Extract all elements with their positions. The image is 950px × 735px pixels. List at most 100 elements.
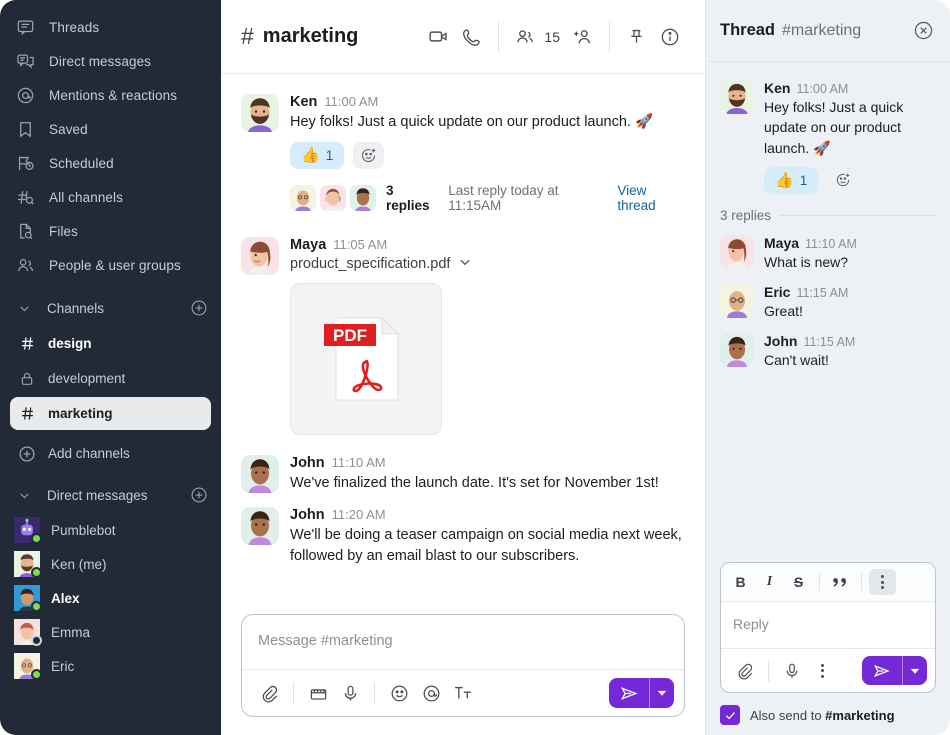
sidebar-item-saved[interactable]: Saved [0,112,221,146]
send-options-caret-icon[interactable] [903,656,927,685]
sidebar-channel-design[interactable]: design [10,327,211,360]
reply-input[interactable]: Reply [721,602,935,648]
format-text-icon[interactable] [448,678,478,708]
dm-label: Emma [51,624,91,640]
thread-message-header: Eric 11:15 AM [764,284,936,300]
bookmark-icon [14,118,36,140]
view-thread-link[interactable]: View thread [617,183,685,213]
file-name-row[interactable]: product_specification.pdf [290,255,685,273]
clip-icon[interactable] [303,678,333,708]
italic-button[interactable]: I [756,569,783,595]
hash-icon: # [241,23,254,49]
add-channels-label: Add channels [48,446,130,461]
sidebar-dm-pumblebot[interactable]: Pumblebot [10,513,211,547]
add-member-icon[interactable] [566,20,600,54]
sidebar-item-all-channels[interactable]: All channels [0,180,221,214]
thread-composer-wrapper: B I S Reply [706,556,950,701]
message-text: What is new? [764,253,849,270]
header-actions: 15 [421,20,687,54]
thread-title: Thread #marketing [720,21,910,40]
reaction-row: 👍 1 [290,141,685,169]
sidebar-channel-development[interactable]: development [10,362,211,395]
status-online [31,669,42,680]
file-name: product_specification.pdf [290,255,451,272]
divider-line [780,214,936,216]
send-button[interactable] [609,678,649,708]
divider [374,682,375,704]
sidebar-item-files[interactable]: Files [0,214,221,248]
sidebar-channel-marketing[interactable]: marketing [10,397,211,430]
channels-section-header[interactable]: Channels [0,290,221,326]
member-count: 15 [544,28,560,45]
pin-icon[interactable] [619,20,653,54]
sidebar-dm-eric[interactable]: Eric [10,649,211,683]
send-options-caret-icon[interactable] [650,678,674,708]
main-panel: # marketing 15 Ken 11:00 AM Hey folks! J… [221,0,705,735]
members-icon[interactable] [508,20,542,54]
dms-section-header[interactable]: Direct messages [0,477,221,513]
sidebar-item-people[interactable]: People & user groups [0,248,221,282]
thread-reply-item: John 11:15 AM Can't wait! [706,327,950,376]
thread-summary[interactable]: 3 replies Last reply today at 11:15AM Vi… [290,183,685,213]
add-reaction-icon[interactable] [827,166,859,194]
phone-icon[interactable] [455,20,489,54]
message-header: Maya 11:05 AM [290,237,685,253]
message-time: 11:00 AM [324,94,379,109]
more-format-options-button[interactable] [869,569,896,595]
message-input[interactable]: Message #marketing [242,615,684,669]
scheduled-icon [14,152,36,174]
emoji-icon[interactable] [384,678,414,708]
thread-reply-item: Eric 11:15 AM Great! [706,278,950,327]
strikethrough-button[interactable]: S [785,569,812,595]
send-reply-button[interactable] [862,656,902,685]
avatar [14,619,42,646]
lock-icon [16,371,38,387]
reaction-thumbsup[interactable]: 👍 1 [764,166,819,194]
add-channel-plus-icon[interactable] [189,298,209,318]
also-send-to-channel-row[interactable]: Also send to #marketing [706,701,950,735]
thread-message-body: John 11:15 AM Can't wait! [764,333,936,370]
kebab-icon [820,663,824,678]
message-author: John [290,454,325,471]
thread-reply-item: Maya 11:10 AM What is new? [706,229,950,278]
sidebar-item-scheduled[interactable]: Scheduled [0,146,221,180]
kebab-icon [881,575,884,589]
thread-message-body: Ken 11:00 AM Hey folks! Just a quick upd… [764,80,936,194]
add-reaction-icon[interactable] [353,141,385,169]
message-text: We'll be doing a teaser campaign on soci… [290,527,682,564]
message-item: John 11:20 AM We'll be doing a teaser ca… [221,501,705,568]
close-icon[interactable] [910,18,936,44]
attach-icon[interactable] [254,678,284,708]
sidebar-item-mentions[interactable]: Mentions & reactions [0,78,221,112]
chevron-down-icon[interactable] [458,255,472,273]
bold-button[interactable]: B [727,569,754,595]
message-item: Maya 11:05 AM product_specification.pdf … [221,231,705,437]
sidebar-item-direct-messages[interactable]: Direct messages [0,44,221,78]
avatar [14,551,42,579]
mic-icon[interactable] [778,657,806,685]
also-send-checkbox[interactable] [720,705,740,725]
chevron-down-icon [14,489,34,502]
reaction-thumbsup[interactable]: 👍 1 [290,141,345,169]
attach-icon[interactable] [731,657,759,685]
message-author: John [290,507,325,524]
sidebar-add-channels[interactable]: Add channels [10,437,211,470]
mention-icon[interactable] [416,678,446,708]
video-camera-icon[interactable] [421,20,455,54]
sidebar-dm-alex[interactable]: Alex [10,581,211,615]
avatar [14,585,42,612]
sidebar-item-threads[interactable]: Threads [0,10,221,44]
threads-icon [14,16,36,38]
info-icon[interactable] [653,20,687,54]
mic-icon[interactable] [335,678,365,708]
message-body: Ken 11:00 AM Hey folks! Just a quick upd… [290,94,685,213]
new-dm-plus-icon[interactable] [189,485,209,505]
message-list: Ken 11:00 AM Hey folks! Just a quick upd… [221,74,705,606]
pdf-attachment-card[interactable]: PDF [290,282,442,435]
sidebar-dm-emma[interactable]: Emma [10,615,211,649]
quote-button[interactable] [827,569,854,595]
thread-composer-toolbar [721,648,935,692]
more-options-icon[interactable] [808,657,836,685]
sidebar-dm-ken[interactable]: Ken (me) [10,547,211,581]
reaction-count: 1 [799,172,808,188]
